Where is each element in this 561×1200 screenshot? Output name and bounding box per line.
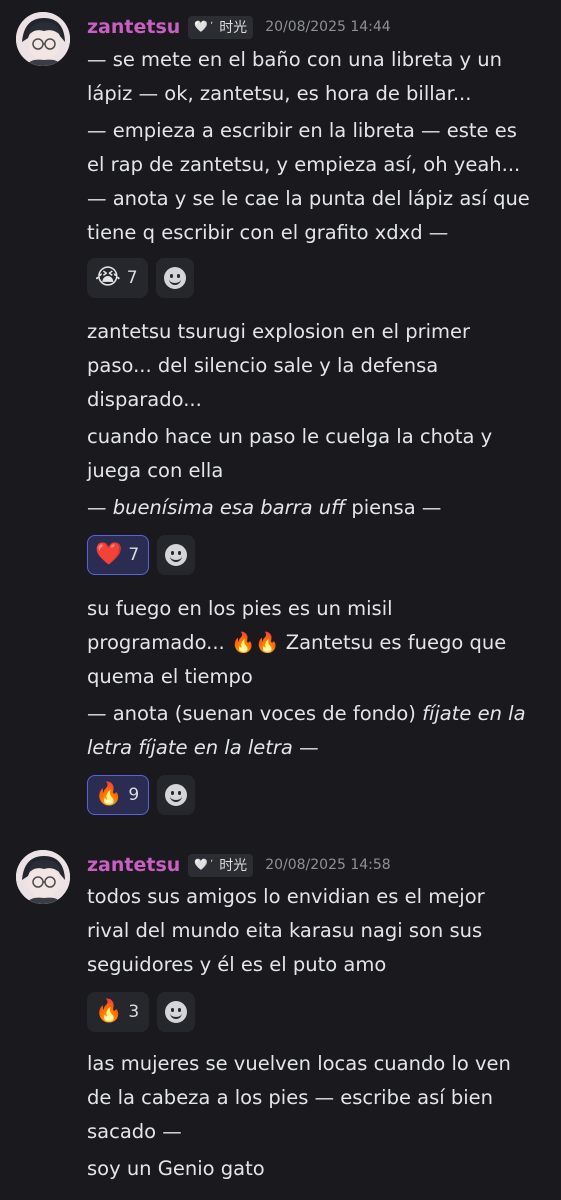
message-line: soy un Genio gato xyxy=(87,1157,265,1180)
message-line: paso... del silencio sale y la defensa xyxy=(87,354,439,377)
add-reaction-button[interactable] xyxy=(157,992,196,1032)
fire-icon: 🔥 xyxy=(95,782,123,807)
message-line: — empieza a escribir en la libreta — est… xyxy=(87,119,517,142)
message-line: — se mete en el baño con una libreta y u… xyxy=(87,48,502,71)
message-line: — anota y se le cae la punta del lápiz a… xyxy=(87,187,530,210)
message-line: quema el tiempo xyxy=(87,665,253,688)
reaction-pill[interactable]: 😭 7 xyxy=(87,258,148,298)
italic-text: buenísima esa barra uff xyxy=(112,496,346,519)
fire-icon: 🔥 xyxy=(95,999,123,1024)
reaction-pill[interactable]: ❤️ 7 xyxy=(87,535,150,575)
message-header: zantetsu 🤍 ʼ 时光 20/08/2025 14:44 xyxy=(87,12,391,42)
message-header: zantetsu 🤍 ʼ 时光 20/08/2025 14:58 xyxy=(87,850,391,880)
white-heart-icon: 🤍 xyxy=(194,20,208,33)
reaction-count: 3 xyxy=(128,1002,140,1022)
message-line: juega con ella xyxy=(87,459,224,482)
message-line: tiene q escribir con el grafito xdxd — xyxy=(87,221,449,244)
timestamp[interactable]: 20/08/2025 14:44 xyxy=(265,19,391,35)
guild-tag[interactable]: 🤍 ʼ 时光 xyxy=(188,853,254,877)
add-reaction-button[interactable] xyxy=(155,258,194,298)
smiley-icon xyxy=(163,267,186,289)
white-heart-icon: 🤍 xyxy=(194,858,208,871)
add-reaction-button[interactable] xyxy=(157,775,196,815)
message-line: letra fíjate en la letra — xyxy=(87,736,319,759)
smiley-icon xyxy=(165,1001,188,1023)
message-line: de la cabeza a los pies — escribe así bi… xyxy=(87,1086,494,1109)
message-line: todos sus amigos lo envidian es el mejor xyxy=(87,885,485,908)
message-line: — buenísima esa barra uff piensa — xyxy=(87,496,442,519)
message-line: sacado — xyxy=(87,1120,182,1143)
message-line: las mujeres se vuelven locas cuando lo v… xyxy=(87,1052,511,1075)
fire-emoji-icon: 🔥🔥 xyxy=(230,631,280,654)
message-line: cuando hace un paso le cuelga la chota y xyxy=(87,425,493,448)
message-line: lápiz — ok, zantetsu, es hora de billar.… xyxy=(87,82,472,105)
message-line: seguidores y él es el puto amo xyxy=(87,953,387,976)
add-reaction-button[interactable] xyxy=(157,535,196,575)
message-line: programado... 🔥🔥 Zantetsu es fuego que xyxy=(87,631,507,654)
guild-tag[interactable]: 🤍 ʼ 时光 xyxy=(188,15,254,39)
italic-text: letra fíjate en la letra xyxy=(87,736,293,759)
reaction-count: 9 xyxy=(128,785,140,805)
message-line: rival del mundo eita karasu nagi son sus xyxy=(87,919,483,942)
username[interactable]: zantetsu xyxy=(87,854,180,876)
reaction-count: 7 xyxy=(126,268,138,288)
reaction-count: 7 xyxy=(128,545,140,565)
reaction-bar: 🔥 3 xyxy=(87,992,196,1032)
guild-tag-text: 时光 xyxy=(219,19,248,36)
timestamp[interactable]: 20/08/2025 14:58 xyxy=(265,857,391,873)
message-line: — anota (suenan voces de fondo) fíjate e… xyxy=(87,702,526,725)
italic-text: fíjate en la xyxy=(422,702,526,725)
smiley-icon xyxy=(165,544,188,566)
reaction-bar: 🔥 9 xyxy=(87,775,196,815)
smiley-icon xyxy=(165,784,188,806)
message-line: zantetsu tsurugi explosion en el primer xyxy=(87,320,471,343)
reaction-pill[interactable]: 🔥 9 xyxy=(87,775,150,815)
message-line: su fuego en los pies es un misil xyxy=(87,597,393,620)
reaction-pill[interactable]: 🔥 3 xyxy=(87,992,150,1032)
reaction-bar: ❤️ 7 xyxy=(87,535,196,575)
message-line: disparado... xyxy=(87,388,202,411)
reaction-bar: 😭 7 xyxy=(87,258,194,298)
user-avatar[interactable] xyxy=(16,850,70,904)
username[interactable]: zantetsu xyxy=(87,16,180,38)
message-line: el rap de zantetsu, y empieza así, oh ye… xyxy=(87,153,521,176)
user-avatar[interactable] xyxy=(16,12,70,66)
red-heart-icon: ❤️ xyxy=(95,542,123,567)
guild-tag-text: 时光 xyxy=(219,857,248,874)
loudly-crying-face-icon: 😭 xyxy=(95,265,121,290)
